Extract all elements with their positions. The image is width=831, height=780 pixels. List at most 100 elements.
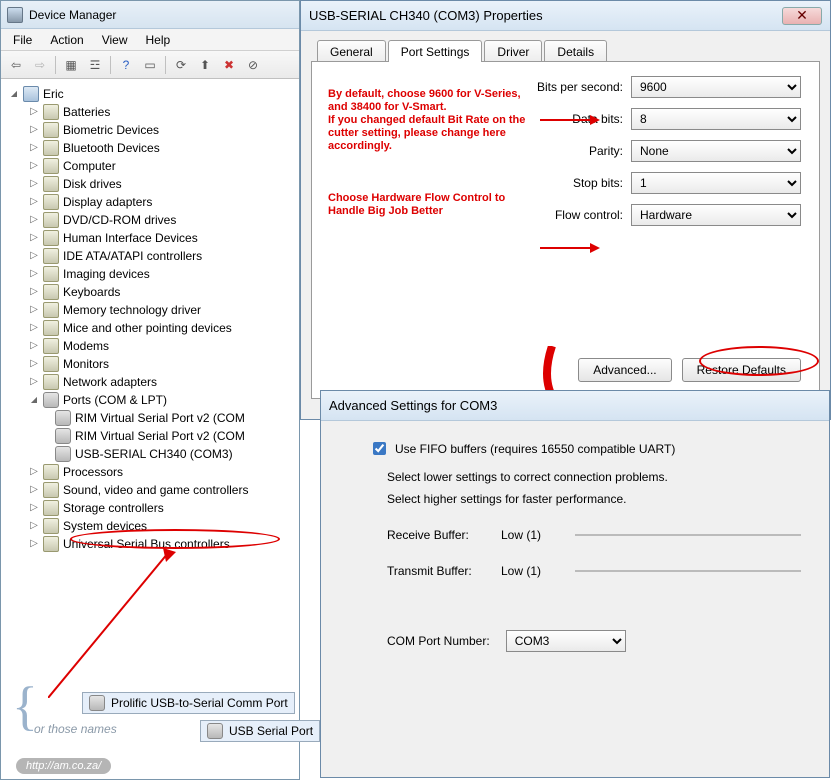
tab-general[interactable]: General: [317, 40, 386, 62]
tree-item-a2[interactable]: Storage controllers: [27, 499, 295, 517]
annotation-bitrate: By default, choose 9600 for V-Series, an…: [328, 88, 538, 153]
properties-dialog: USB-SERIAL CH340 (COM3) Properties ✕ Gen…: [300, 0, 831, 420]
tab-details[interactable]: Details: [544, 40, 607, 62]
parity-select[interactable]: None: [631, 140, 801, 162]
tree-item-label: DVD/CD-ROM drives: [63, 211, 176, 229]
tree-item-b11[interactable]: Memory technology driver: [27, 301, 295, 319]
tab-driver[interactable]: Driver: [484, 40, 542, 62]
prop-titlebar: USB-SERIAL CH340 (COM3) Properties ✕: [301, 1, 830, 31]
fifo-checkbox[interactable]: [373, 442, 386, 455]
tree-item-b10[interactable]: Keyboards: [27, 283, 295, 301]
tree-item-b2[interactable]: Bluetooth Devices: [27, 139, 295, 157]
tree-ports[interactable]: Ports (COM & LPT): [27, 391, 295, 409]
device-icon: [43, 284, 59, 300]
port-icon: [89, 695, 105, 711]
device-icon: [43, 122, 59, 138]
ports-label: Ports (COM & LPT): [63, 391, 167, 409]
device-icon: [43, 212, 59, 228]
device-icon: [43, 482, 59, 498]
xmit-buffer-low: Low (1): [501, 564, 561, 578]
float-port-usbserial: USB Serial Port: [200, 720, 320, 742]
tb-fwd-icon: ⇨: [29, 54, 51, 76]
xmit-buffer-slider[interactable]: [575, 570, 801, 572]
tb-grid-icon[interactable]: ▦: [60, 54, 82, 76]
device-icon: [43, 266, 59, 282]
tree-item-label: Mice and other pointing devices: [63, 319, 232, 337]
stopbits-select[interactable]: 1: [631, 172, 801, 194]
device-icon: [43, 536, 59, 552]
tree-item-label: Computer: [63, 157, 116, 175]
dm-toolbar: ⇦ ⇨ ▦ ☲ ? ▭ ⟳ ⬆ ✖ ⊘: [1, 51, 299, 79]
tb-tree-icon[interactable]: ☲: [84, 54, 106, 76]
ports-icon: [43, 392, 59, 408]
tree-item-b14[interactable]: Monitors: [27, 355, 295, 373]
databits-select[interactable]: 8: [631, 108, 801, 130]
tree-item-label: Modems: [63, 337, 109, 355]
device-icon: [43, 104, 59, 120]
tree-item-b4[interactable]: Disk drives: [27, 175, 295, 193]
tb-help-icon[interactable]: ?: [115, 54, 137, 76]
tb-disable-icon[interactable]: ⊘: [242, 54, 264, 76]
device-tree: Eric BatteriesBiometric DevicesBluetooth…: [1, 79, 299, 559]
menu-view[interactable]: View: [94, 31, 136, 49]
device-icon: [43, 320, 59, 336]
tree-item-b7[interactable]: Human Interface Devices: [27, 229, 295, 247]
tb-uninstall-icon[interactable]: ✖: [218, 54, 240, 76]
recv-buffer-label: Receive Buffer:: [387, 528, 487, 542]
menu-help[interactable]: Help: [138, 31, 179, 49]
tree-root[interactable]: Eric: [7, 85, 295, 103]
tree-item-label: RIM Virtual Serial Port v2 (COM: [75, 409, 245, 427]
tb-scan-icon[interactable]: ⟳: [170, 54, 192, 76]
tree-item-a0[interactable]: Processors: [27, 463, 295, 481]
device-icon: [43, 338, 59, 354]
databits-label: Data bits:: [572, 112, 623, 126]
tree-item-b5[interactable]: Display adapters: [27, 193, 295, 211]
tree-item-label: Keyboards: [63, 283, 120, 301]
port-icon: [55, 410, 71, 426]
restore-defaults-button[interactable]: Restore Defaults: [682, 358, 801, 382]
stopbits-label: Stop bits:: [573, 176, 623, 190]
menu-action[interactable]: Action: [42, 31, 91, 49]
menu-file[interactable]: File: [5, 31, 40, 49]
device-icon: [43, 302, 59, 318]
tb-prop-icon[interactable]: ▭: [139, 54, 161, 76]
advanced-button[interactable]: Advanced...: [578, 358, 671, 382]
tree-port-child-2[interactable]: USB-SERIAL CH340 (COM3): [53, 445, 295, 463]
tree-port-child-1[interactable]: RIM Virtual Serial Port v2 (COM: [53, 427, 295, 445]
tb-update-icon[interactable]: ⬆: [194, 54, 216, 76]
device-icon: [43, 356, 59, 372]
parity-label: Parity:: [589, 144, 623, 158]
tree-item-label: Human Interface Devices: [63, 229, 198, 247]
comport-select[interactable]: COM3: [506, 630, 626, 652]
tree-item-label: Batteries: [63, 103, 110, 121]
tree-port-child-0[interactable]: RIM Virtual Serial Port v2 (COM: [53, 409, 295, 427]
tree-item-b8[interactable]: IDE ATA/ATAPI controllers: [27, 247, 295, 265]
tree-item-a1[interactable]: Sound, video and game controllers: [27, 481, 295, 499]
bps-select[interactable]: 9600: [631, 76, 801, 98]
device-icon: [43, 248, 59, 264]
flowcontrol-select[interactable]: Hardware: [631, 204, 801, 226]
tree-item-b1[interactable]: Biometric Devices: [27, 121, 295, 139]
tree-item-b3[interactable]: Computer: [27, 157, 295, 175]
tab-port-settings[interactable]: Port Settings: [388, 40, 483, 62]
tree-item-label: Imaging devices: [63, 265, 150, 283]
tree-item-b0[interactable]: Batteries: [27, 103, 295, 121]
tree-item-b12[interactable]: Mice and other pointing devices: [27, 319, 295, 337]
tree-item-a3[interactable]: System devices: [27, 517, 295, 535]
tb-back-icon[interactable]: ⇦: [5, 54, 27, 76]
device-icon: [43, 176, 59, 192]
device-icon: [43, 194, 59, 210]
tree-item-a4[interactable]: Universal Serial Bus controllers: [27, 535, 295, 553]
annotation-flowcontrol: Choose Hardware Flow Control to Handle B…: [328, 192, 528, 218]
recv-buffer-slider[interactable]: [575, 534, 801, 536]
close-icon[interactable]: ✕: [782, 7, 822, 25]
computer-icon: [23, 86, 39, 102]
tree-item-label: Sound, video and game controllers: [63, 481, 248, 499]
tree-item-b15[interactable]: Network adapters: [27, 373, 295, 391]
tree-item-b13[interactable]: Modems: [27, 337, 295, 355]
tree-item-b6[interactable]: DVD/CD-ROM drives: [27, 211, 295, 229]
tree-item-b9[interactable]: Imaging devices: [27, 265, 295, 283]
port-icon: [55, 428, 71, 444]
xmit-buffer-label: Transmit Buffer:: [387, 564, 487, 578]
port-settings-panel: By default, choose 9600 for V-Series, an…: [311, 61, 820, 399]
